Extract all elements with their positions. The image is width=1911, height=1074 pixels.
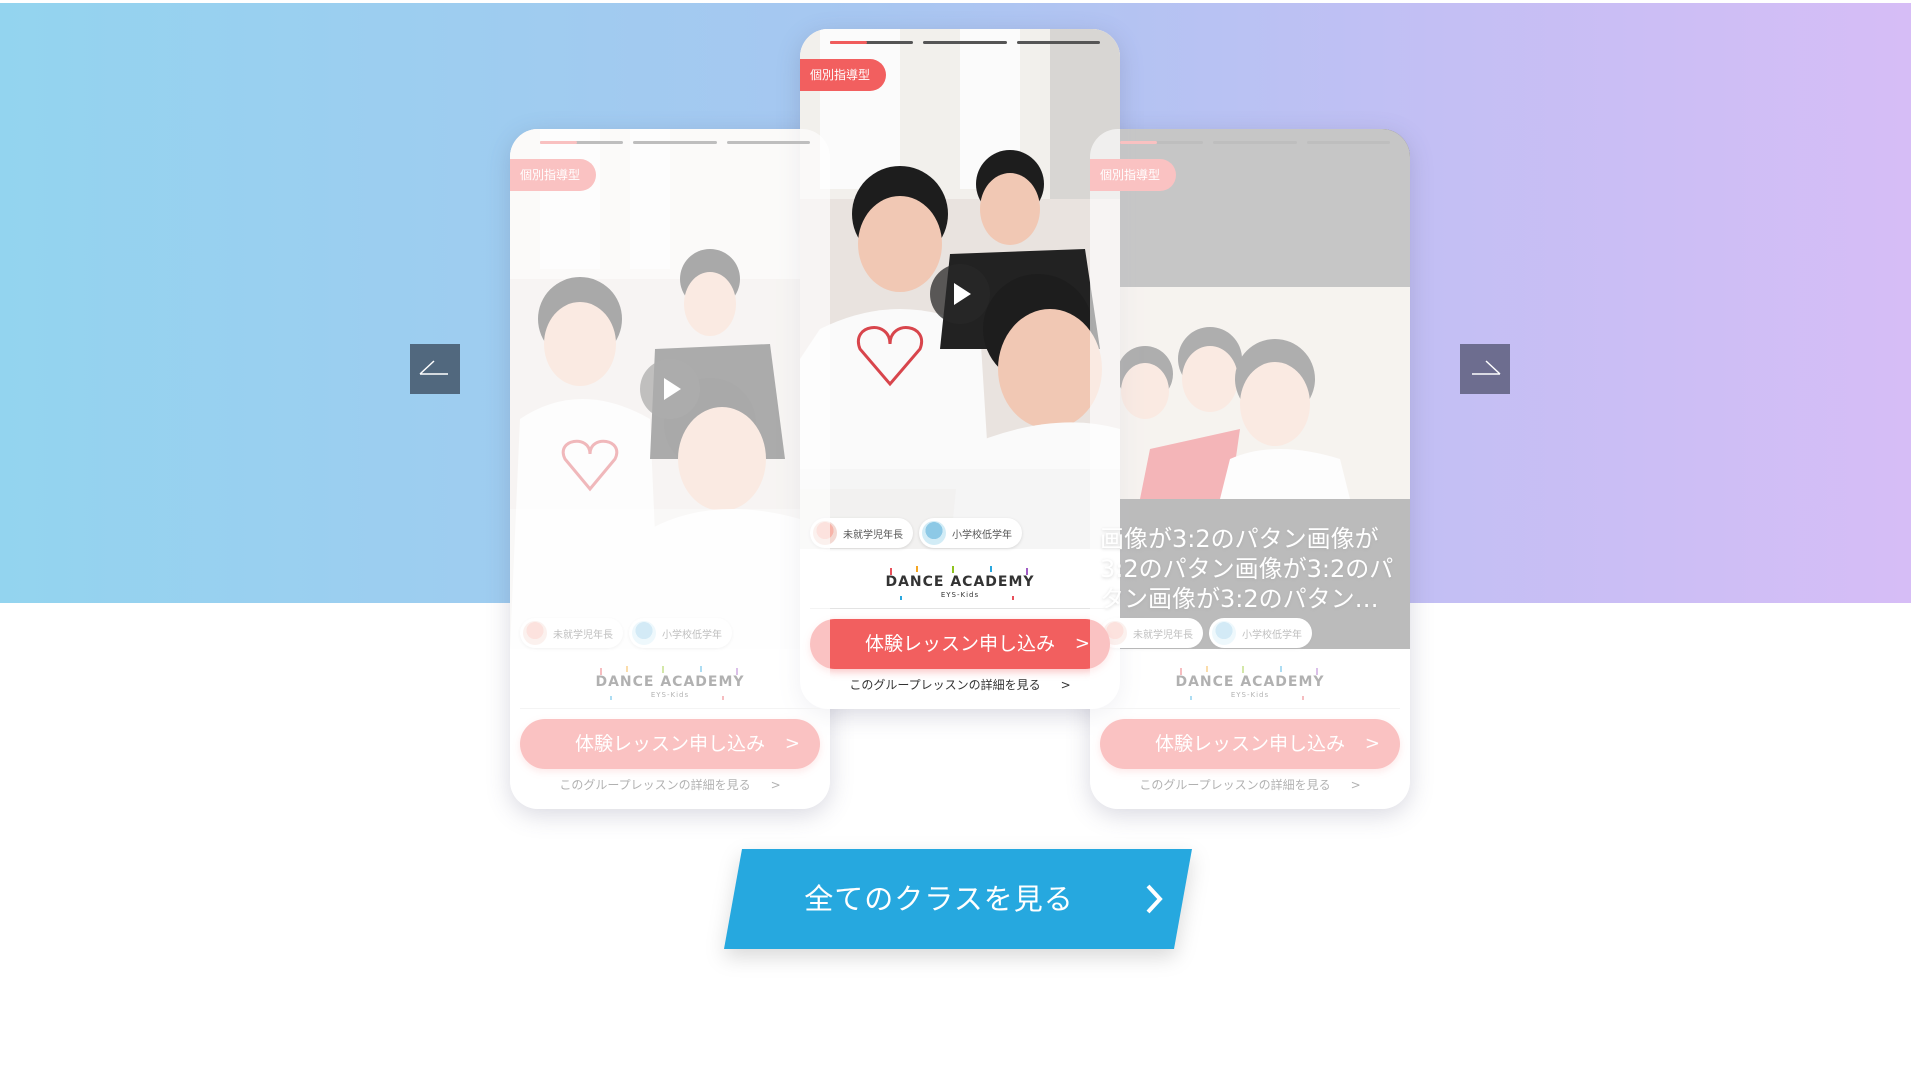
trial-lesson-button[interactable]: 体験レッスン申し込み >	[520, 719, 820, 769]
age-tag: 小学校低学年	[629, 618, 732, 648]
trial-lesson-button[interactable]: 体験レッスン申し込み >	[810, 619, 1110, 669]
chevron-right-icon: >	[1350, 778, 1361, 792]
class-card-media: 個別指導型	[510, 129, 830, 649]
class-card-left[interactable]: 個別指導型 未就学児年長 小学校低学年 DANCE ACADEMY EYS-Ki…	[510, 129, 830, 809]
play-icon[interactable]	[930, 264, 990, 324]
age-tag-list: 未就学児年長 小学校低学年	[520, 618, 732, 648]
lesson-type-badge: 個別指導型	[510, 159, 597, 191]
age-tag: 小学校低学年	[919, 518, 1022, 548]
age-tag: 未就学児年長	[1100, 618, 1203, 648]
age-avatar-icon	[922, 521, 946, 545]
lesson-detail-link[interactable]: このグループレッスンの詳細を見る >	[800, 676, 1120, 693]
age-tag-list: 未就学児年長 小学校低学年	[1100, 618, 1312, 648]
age-tag: 小学校低学年	[1209, 618, 1312, 648]
brand-logo-marks	[1180, 666, 1318, 700]
brand-logo: DANCE ACADEMY EYS-Kids	[510, 660, 830, 710]
age-avatar-icon	[1212, 621, 1236, 645]
carousel-next-button[interactable]	[1460, 344, 1510, 394]
class-card-right[interactable]: 個別指導型 画像が3:2のパタン画像が3:2のパタン画像が3:2のパタン画像が3…	[1090, 129, 1410, 809]
story-progress-bar	[830, 41, 1100, 45]
class-caption: 画像が3:2のパタン画像が3:2のパタン画像が3:2のパタン画像が3:2のパタン…	[1100, 525, 1394, 613]
carousel-prev-button[interactable]	[410, 344, 460, 394]
arrow-right-icon	[1472, 360, 1501, 375]
story-progress-bar	[540, 141, 810, 145]
card-divider	[520, 708, 820, 709]
card-divider	[1100, 708, 1400, 709]
class-card-media: 個別指導型	[800, 29, 1120, 549]
brand-logo: DANCE ACADEMY EYS-Kids	[800, 560, 1120, 610]
lesson-detail-link[interactable]: このグループレッスンの詳細を見る >	[510, 776, 830, 793]
age-tag-list: 未就学児年長 小学校低学年	[810, 518, 1022, 548]
card-divider	[810, 608, 1110, 609]
trial-lesson-button[interactable]: 体験レッスン申し込み >	[1100, 719, 1400, 769]
age-tag: 未就学児年長	[810, 518, 913, 548]
class-card-media: 個別指導型 画像が3:2のパタン画像が3:2のパタン画像が3:2のパタン画像が3…	[1090, 129, 1410, 649]
play-icon[interactable]	[640, 359, 700, 419]
chevron-right-icon: >	[1364, 733, 1380, 754]
chevron-right-icon: >	[784, 733, 800, 754]
chevron-right-icon: >	[770, 778, 781, 792]
chevron-right-icon: >	[1074, 633, 1090, 654]
lesson-type-badge: 個別指導型	[800, 59, 887, 91]
brand-logo-marks	[890, 566, 1028, 600]
age-avatar-icon	[632, 621, 656, 645]
class-card-active[interactable]: 個別指導型 未就学児年長 小学校低学年 DANCE ACADEMY EYS-Ki…	[800, 29, 1120, 709]
arrow-left-icon	[419, 360, 448, 375]
age-tag: 未就学児年長	[520, 618, 623, 648]
brand-logo: DANCE ACADEMY EYS-Kids	[1090, 660, 1410, 710]
lesson-detail-link[interactable]: このグループレッスンの詳細を見る >	[1090, 776, 1410, 793]
age-avatar-icon	[813, 521, 837, 545]
lesson-type-badge: 個別指導型	[1090, 159, 1177, 191]
brand-logo-marks	[600, 666, 738, 700]
story-progress-bar	[1120, 141, 1390, 145]
age-avatar-icon	[523, 621, 547, 645]
view-all-classes-button[interactable]: 全てのクラスを見る	[724, 849, 1192, 949]
chevron-right-icon: >	[1060, 678, 1071, 692]
chevron-right-icon	[1146, 884, 1163, 914]
